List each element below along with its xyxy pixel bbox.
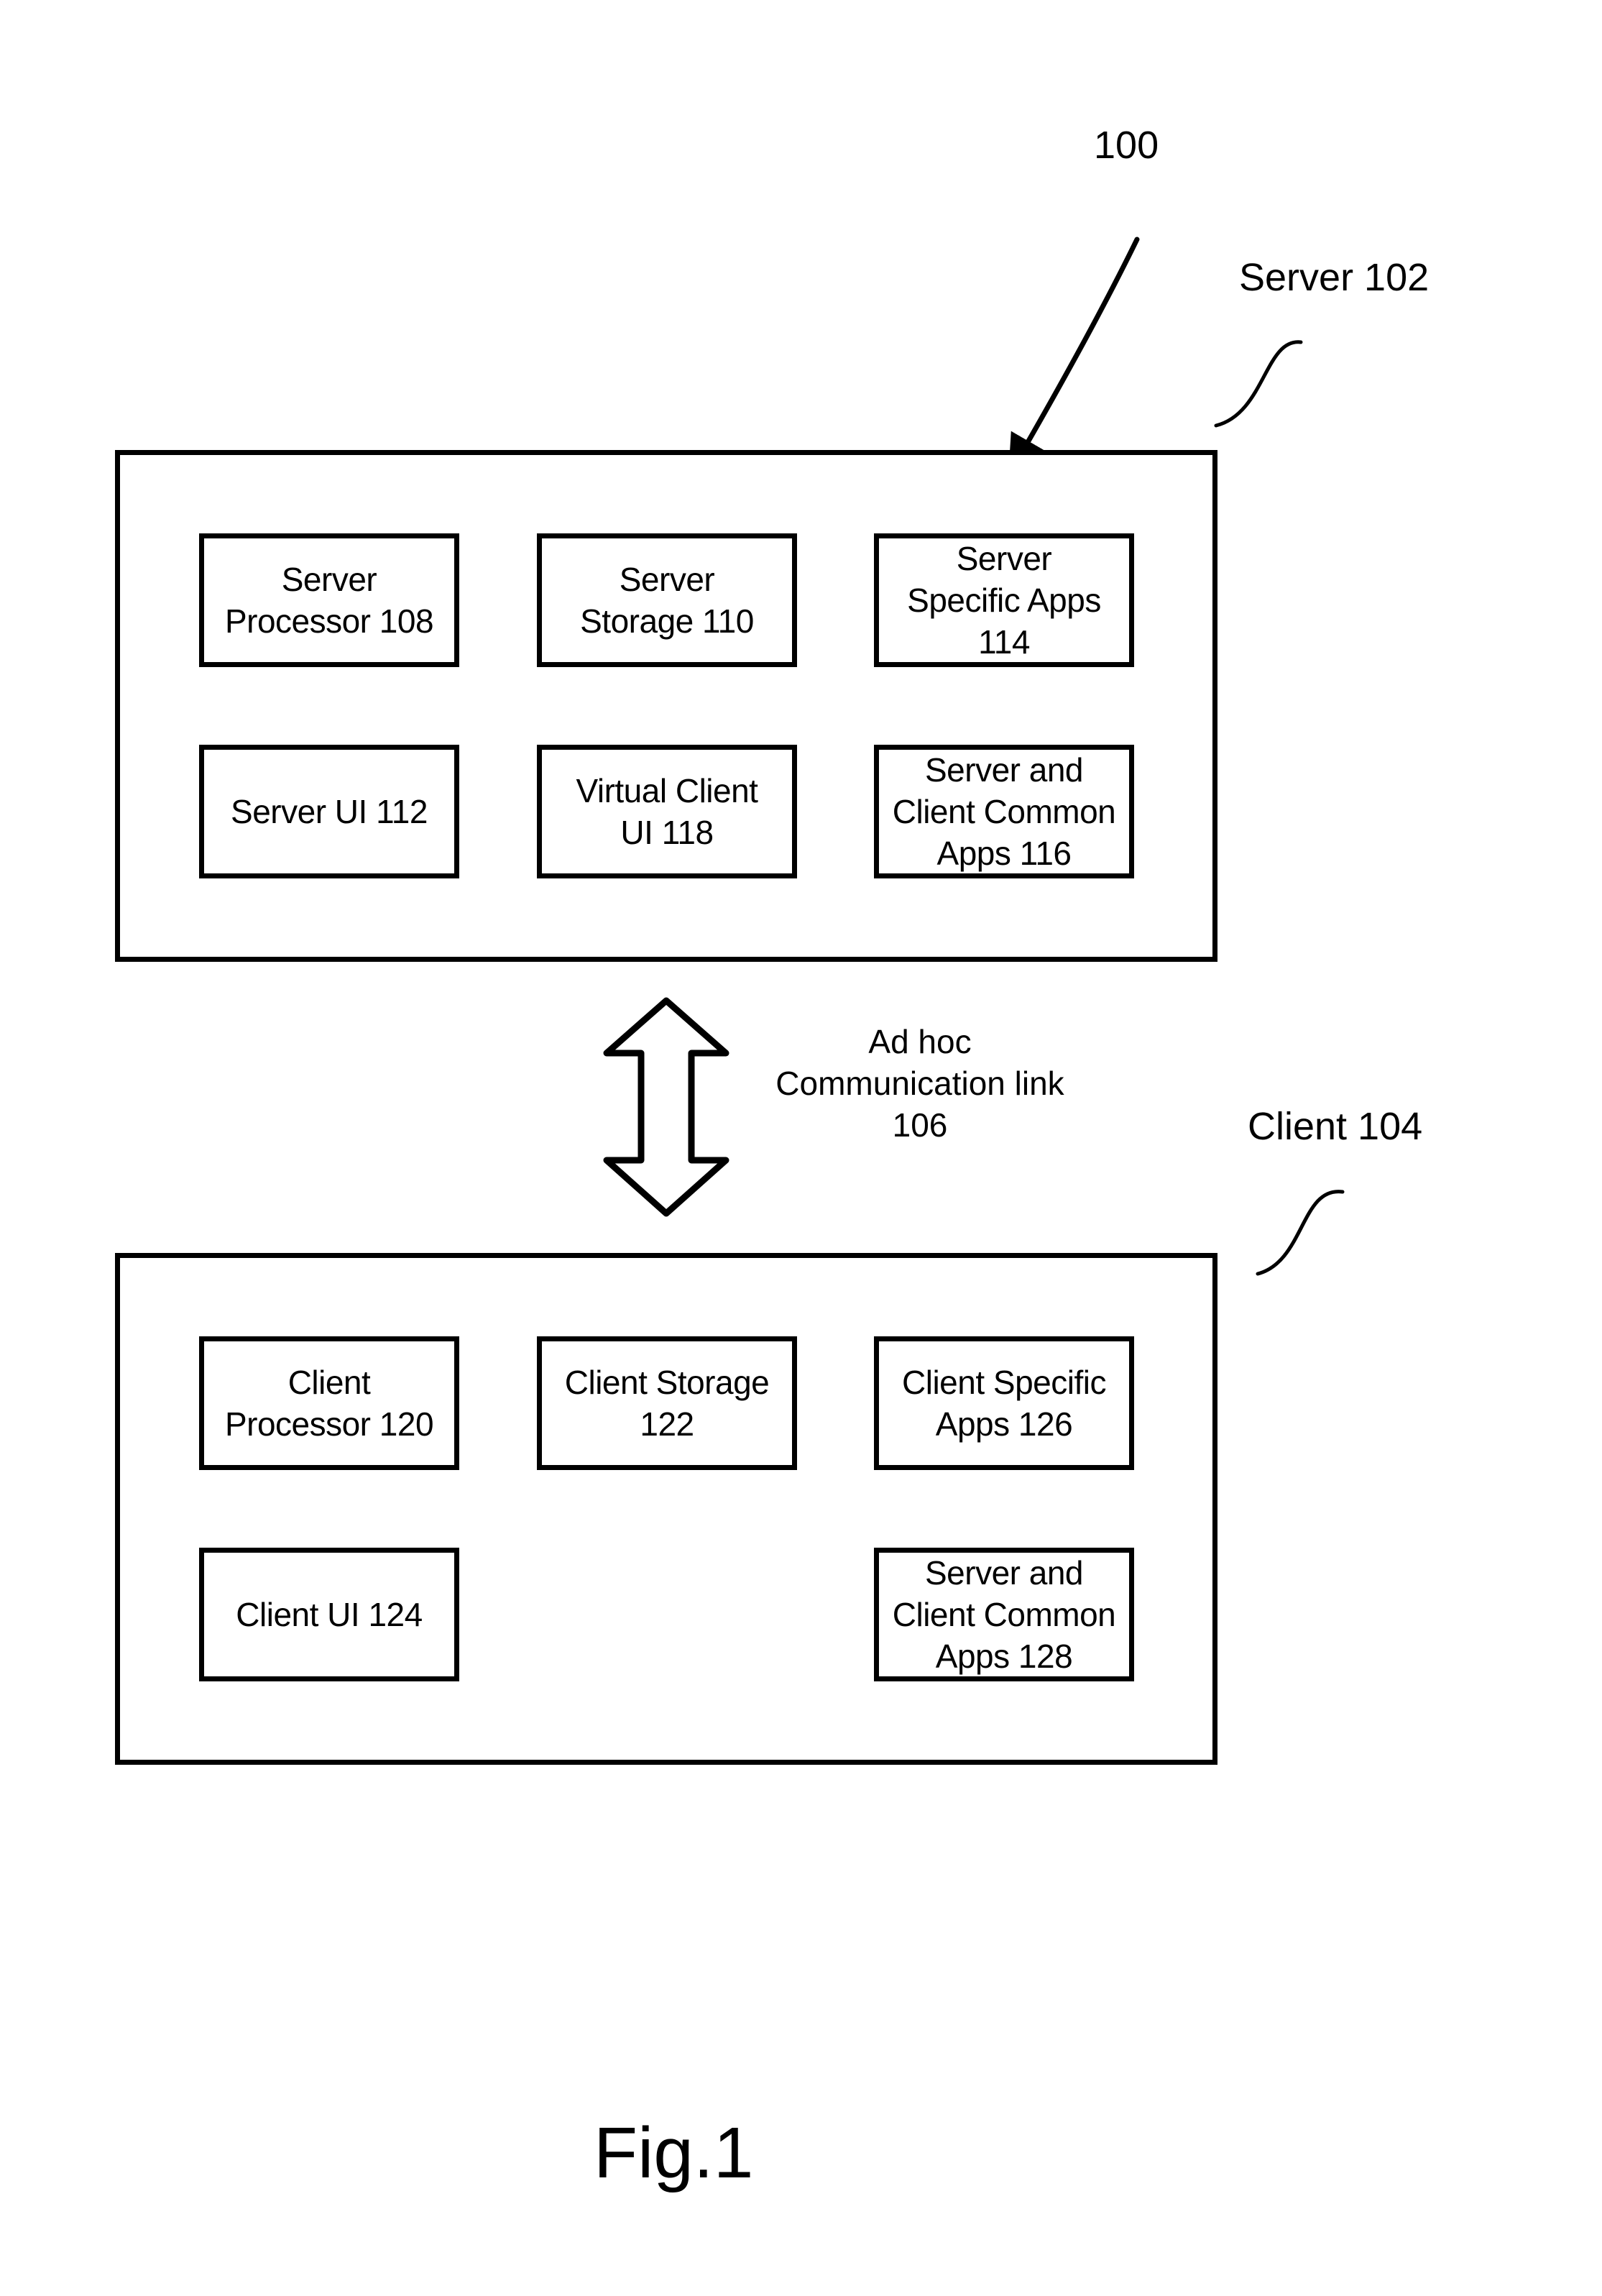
client-ui-box: Client UI 124 — [199, 1548, 459, 1681]
client-processor-box: Client Processor 120 — [199, 1336, 459, 1470]
server-ui-box: Server UI 112 — [199, 745, 459, 878]
server-storage-box: Server Storage 110 — [537, 533, 797, 667]
component-label: Server and Client Common Apps 128 — [892, 1554, 1116, 1675]
client-storage-box: Client Storage 122 — [537, 1336, 797, 1470]
server-processor-box: Server Processor 108 — [199, 533, 459, 667]
server-block — [115, 450, 1217, 962]
server-client-common-apps-128-box: Server and Client Common Apps 128 — [874, 1548, 1134, 1681]
communication-link-label: Ad hoc Communication link 106 — [775, 1023, 1064, 1144]
client-specific-apps-box: Client Specific Apps 126 — [874, 1336, 1134, 1470]
virtual-client-ui-box: Virtual Client UI 118 — [537, 745, 797, 878]
server-leader-line — [1214, 340, 1303, 428]
client-leader-line — [1256, 1190, 1345, 1276]
client-label: Client 104 — [1248, 1105, 1423, 1148]
server-specific-apps-box: Server Specific Apps 114 — [874, 533, 1134, 667]
figure-caption: Fig.1 — [594, 2113, 754, 2193]
component-label: Virtual Client UI 118 — [576, 772, 758, 851]
component-label: Server Storage 110 — [580, 561, 754, 640]
component-label: Client UI 124 — [236, 1596, 423, 1633]
client-block — [115, 1253, 1217, 1765]
component-label: Client Specific Apps 126 — [902, 1364, 1106, 1443]
component-label: Client Processor 120 — [224, 1364, 434, 1443]
component-label: Server Specific Apps 114 — [907, 540, 1101, 661]
server-client-common-apps-116-box: Server and Client Common Apps 116 — [874, 745, 1134, 878]
diagram-graphics — [603, 237, 1345, 1276]
system-reference-label: 100 — [1094, 124, 1159, 167]
reference-arrow-100 — [1008, 237, 1140, 477]
component-label: Server and Client Common Apps 116 — [892, 751, 1116, 872]
component-label: Client Storage 122 — [564, 1364, 770, 1443]
component-label: Server UI 112 — [231, 793, 428, 830]
communication-link-double-arrow — [603, 997, 729, 1217]
component-label: Server Processor 108 — [224, 561, 434, 640]
server-label: Server 102 — [1239, 256, 1430, 299]
